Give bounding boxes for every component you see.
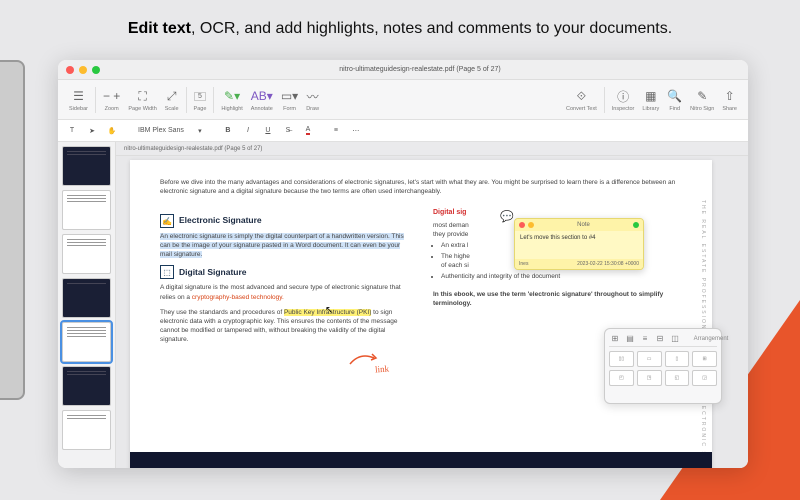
intro-paragraph[interactable]: Before we dive into the many advantages … <box>160 178 682 196</box>
convert-text-button[interactable]: ⟐Convert Text <box>563 87 600 112</box>
align-left[interactable]: ≡ <box>328 123 344 139</box>
note-body[interactable]: Let's move this section to #4 <box>515 231 643 259</box>
document-tab[interactable]: nitro-ultimateguidesign-realestate.pdf (… <box>116 142 748 156</box>
align-tools[interactable]: ⋯ <box>348 123 364 139</box>
page-nav[interactable]: 5Page <box>191 87 210 112</box>
page-thumb-7[interactable] <box>62 410 111 450</box>
page-thumb-3[interactable] <box>62 234 111 274</box>
annotation-arrow <box>348 350 378 368</box>
pdf-page: THE REAL ESTATE PROFESSIONAL'S GUIDE TO … <box>130 160 712 468</box>
annotate-tool[interactable]: AB▾Annotate <box>248 87 276 112</box>
titlebar: nitro-ultimateguidesign-realestate.pdf (… <box>58 60 748 80</box>
traffic-lights <box>66 66 100 74</box>
arr-tab-4[interactable]: ⊟ <box>654 333 666 345</box>
italic-button[interactable]: I <box>240 123 256 139</box>
note-max[interactable] <box>633 222 639 228</box>
next-page-peek <box>130 452 712 468</box>
tablet-preview <box>0 60 25 400</box>
comment-icon[interactable]: 💬 <box>500 210 514 223</box>
main-toolbar: ☰Sidebar − +Zoom ⛶Page Width ⤢Scale 5Pag… <box>58 80 748 120</box>
draw-tool[interactable]: 〰Draw <box>303 87 322 112</box>
text-tool[interactable]: T <box>64 123 80 139</box>
arr-opt-8[interactable]: ◲ <box>692 370 717 386</box>
note-title: Note <box>537 222 630 228</box>
thumbnail-sidebar <box>58 142 116 468</box>
arr-opt-5[interactable]: ◰ <box>609 370 634 386</box>
scale-button[interactable]: ⤢Scale <box>162 87 182 112</box>
section-2-body-1[interactable]: A digital signature is the most advanced… <box>160 283 409 301</box>
app-window: nitro-ultimateguidesign-realestate.pdf (… <box>58 60 748 468</box>
page-thumb-2[interactable] <box>62 190 111 230</box>
find-button[interactable]: 🔍Find <box>664 87 685 112</box>
format-toolbar: T ➤ ✋ IBM Plex Sans ▾ B I U S̶ A ≡ ⋯ <box>58 120 748 142</box>
arr-tab-5[interactable]: ◫ <box>669 333 681 345</box>
note-header: Note <box>515 219 643 231</box>
arr-tab-1[interactable]: ⊞ <box>609 333 621 345</box>
digital-sig-icon: ⬚ <box>160 265 174 279</box>
page-thumb-5[interactable] <box>62 322 111 362</box>
page-thumb-4[interactable] <box>62 278 111 318</box>
arr-opt-2[interactable]: ▭ <box>637 351 662 367</box>
form-tool[interactable]: ▭▾Form <box>278 87 301 112</box>
crypto-link[interactable]: cryptography-based technology. <box>192 294 284 301</box>
annotation-link-text[interactable]: link <box>375 364 390 375</box>
arr-opt-7[interactable]: ◱ <box>665 370 690 386</box>
arr-tab-3[interactable]: ≡ <box>639 333 651 345</box>
window-title: nitro-ultimateguidesign-realestate.pdf (… <box>100 66 740 73</box>
note-footer: Ines 2023-02-22 15:30:08 +0000 <box>515 259 643 269</box>
hero-text: Edit text, OCR, and add highlights, note… <box>0 0 800 52</box>
arrangement-header: ⊞ ▤ ≡ ⊟ ◫ Arrangement <box>609 333 717 347</box>
share-button[interactable]: ⇧Share <box>719 87 740 112</box>
sidebar-toggle[interactable]: ☰Sidebar <box>66 87 91 112</box>
hand-tool[interactable]: ✋ <box>104 123 120 139</box>
nitro-sign-button[interactable]: ✎Nitro Sign <box>687 87 717 112</box>
page-thumb-6[interactable] <box>62 366 111 406</box>
page-width-button[interactable]: ⛶Page Width <box>125 87 159 112</box>
library-button[interactable]: ▦Library <box>639 87 662 112</box>
arr-opt-4[interactable]: ⊞ <box>692 351 717 367</box>
pki-highlight[interactable]: Public Key Infrastructure (PKI) <box>284 309 371 316</box>
section-1-title[interactable]: Electronic Signature <box>179 215 262 227</box>
bullet-3[interactable]: Authenticity and integrity of the docume… <box>441 272 682 281</box>
section-2-title[interactable]: Digital Signature <box>179 267 247 279</box>
hero-strong: Edit text <box>128 20 191 37</box>
arr-tab-2[interactable]: ▤ <box>624 333 636 345</box>
col2-header[interactable]: Digital sig <box>433 208 682 218</box>
arrangement-panel[interactable]: ⊞ ▤ ≡ ⊟ ◫ Arrangement ▯▯ ▭ ▯ ⊞ ◰ ◳ ◱ ◲ <box>604 328 722 404</box>
arr-opt-1[interactable]: ▯▯ <box>609 351 634 367</box>
arrangement-grid: ▯▯ ▭ ▯ ⊞ ◰ ◳ ◱ ◲ <box>609 347 717 390</box>
font-select[interactable]: IBM Plex Sans <box>134 127 188 134</box>
arr-opt-6[interactable]: ◳ <box>637 370 662 386</box>
minimize-button[interactable] <box>79 66 87 74</box>
hero-rest: , OCR, and add highlights, notes and com… <box>191 20 672 37</box>
esignature-icon: ✍ <box>160 214 174 228</box>
underline-button[interactable]: U <box>260 123 276 139</box>
cursor-tool[interactable]: ➤ <box>84 123 100 139</box>
font-dropdown[interactable]: ▾ <box>192 123 208 139</box>
section-2-header: ⬚ Digital Signature <box>160 265 409 279</box>
close-button[interactable] <box>66 66 74 74</box>
strike-button[interactable]: S̶ <box>280 123 296 139</box>
highlight-tool[interactable]: ✎▾Highlight <box>218 87 245 112</box>
section-1-body[interactable]: An electronic signature is simply the di… <box>160 232 409 259</box>
note-timestamp: 2023-02-22 15:30:08 +0000 <box>577 261 639 267</box>
text-color[interactable]: A <box>300 123 316 139</box>
section-1-header: ✍ Electronic Signature <box>160 214 409 228</box>
document-area[interactable]: nitro-ultimateguidesign-realestate.pdf (… <box>116 142 748 468</box>
fullscreen-button[interactable] <box>92 66 100 74</box>
inspector-button[interactable]: ⓘInspector <box>609 87 638 112</box>
col2-conclusion[interactable]: In this ebook, we use the term 'electron… <box>433 290 682 308</box>
note-author: Ines <box>519 261 528 267</box>
note-close[interactable] <box>519 222 525 228</box>
section-2-body-2[interactable]: They use the standards and procedures of… <box>160 308 409 344</box>
bold-button[interactable]: B <box>220 123 236 139</box>
left-column: ✍ Electronic Signature An electronic sig… <box>160 208 409 350</box>
page-thumb-1[interactable] <box>62 146 111 186</box>
arr-opt-3[interactable]: ▯ <box>665 351 690 367</box>
arrangement-title: Arrangement <box>705 333 717 345</box>
app-body: nitro-ultimateguidesign-realestate.pdf (… <box>58 142 748 468</box>
zoom-control[interactable]: − +Zoom <box>100 87 123 112</box>
note-min[interactable] <box>528 222 534 228</box>
note-popup[interactable]: Note Let's move this section to #4 Ines … <box>514 218 644 270</box>
